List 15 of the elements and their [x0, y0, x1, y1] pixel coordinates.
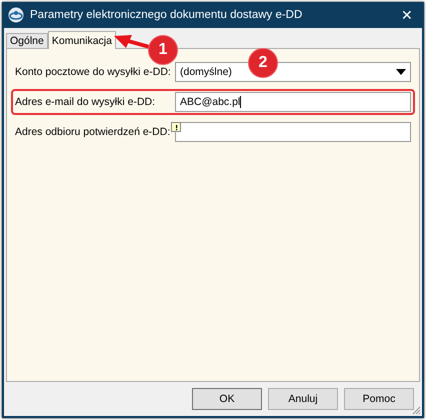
resize-grip-icon: [411, 405, 421, 415]
field-label: Adres e-mail do wysyłki e-DD:: [15, 96, 156, 108]
tab[interactable]: Ogólne: [6, 33, 48, 48]
tab[interactable]: Komunikacja: [48, 31, 116, 49]
field-label: Adres odbioru potwierdzeń e-DD:: [15, 126, 172, 138]
dialog-button[interactable]: OK: [192, 388, 262, 410]
dialog-button[interactable]: Anuluj: [268, 388, 338, 410]
dialog-button[interactable]: Pomoc: [344, 388, 414, 410]
input-field[interactable]: [175, 122, 411, 142]
close-button[interactable]: ✕: [392, 7, 422, 23]
field-label: Konto pocztowe do wysyłki e-DD:: [15, 66, 172, 78]
app-logo-icon: [8, 7, 24, 23]
window-title: Parametry elektronicznego dokumentu dostawy e-DD: [30, 9, 304, 21]
dropdown-arrow-icon[interactable]: [396, 69, 406, 75]
input-field[interactable]: ABC@abc.pl: [175, 92, 411, 112]
